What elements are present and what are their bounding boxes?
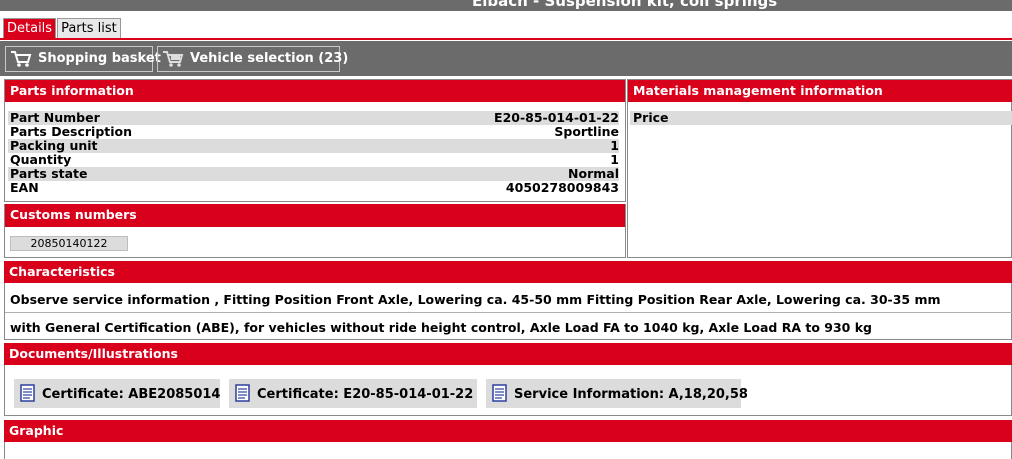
- parts-description-row: Parts Description Sportline: [8, 125, 619, 139]
- document-link-abe-certificate[interactable]: Certificate: ABE2085014: [14, 379, 220, 408]
- parts-description-value: Sportline: [554, 124, 619, 139]
- window-title: Eibach - Suspension kit, coil springs: [472, 0, 778, 10]
- shopping-basket-label: Shopping basket: [38, 51, 161, 66]
- graphic-panel: [4, 442, 1012, 459]
- price-label: Price: [633, 110, 669, 125]
- customs-number-field: 20850140122: [10, 236, 128, 251]
- tab-bar: Details Parts list: [3, 18, 122, 39]
- toolbar: Shopping basket Vehicle selection (23): [0, 41, 1012, 76]
- documents-header: Documents/Illustrations: [4, 343, 1012, 365]
- tab-details[interactable]: Details: [3, 18, 57, 39]
- part-number-value: E20-85-014-01-22: [494, 110, 619, 125]
- packing-unit-row: Packing unit 1: [8, 139, 619, 153]
- quantity-label: Quantity: [10, 152, 72, 167]
- materials-management-panel: [627, 79, 1012, 258]
- ean-row: EAN 4050278009843: [8, 181, 619, 195]
- parts-description-label: Parts Description: [10, 124, 133, 139]
- characteristics-line-1: Observe service information , Fitting Po…: [10, 292, 941, 307]
- graphic-header: Graphic: [4, 420, 1012, 442]
- customs-numbers-header: Customs numbers: [5, 204, 625, 227]
- packing-unit-value: 1: [610, 138, 619, 153]
- window-title-bar: Eibach - Suspension kit, coil springs: [0, 0, 1012, 11]
- parts-state-value: Normal: [568, 166, 619, 181]
- packing-unit-label: Packing unit: [10, 138, 98, 153]
- part-number-row: Part Number E20-85-014-01-22: [8, 111, 619, 125]
- part-number-label: Part Number: [10, 110, 100, 125]
- ean-value: 4050278009843: [505, 180, 619, 195]
- characteristics-divider: [5, 312, 1012, 313]
- price-row: Price: [630, 111, 1012, 125]
- materials-management-header: Materials management information: [628, 80, 1012, 102]
- parts-state-label: Parts state: [10, 166, 88, 181]
- vehicle-selection-label: Vehicle selection (23): [190, 51, 349, 66]
- quantity-row: Quantity 1: [8, 153, 619, 167]
- document-label-abe: Certificate: ABE2085014: [42, 387, 221, 402]
- characteristics-line-2: with General Certification (ABE), for ve…: [10, 320, 872, 335]
- parts-state-row: Parts state Normal: [8, 167, 619, 181]
- shopping-basket-button[interactable]: Shopping basket: [5, 46, 161, 72]
- document-label-e20: Certificate: E20-85-014-01-22: [257, 387, 474, 402]
- tab-underline: [0, 38, 1012, 40]
- document-label-service-info: Service Information: A,18,20,58: [514, 387, 748, 402]
- vehicle-selection-button[interactable]: Vehicle selection (23): [157, 46, 348, 72]
- document-link-service-information[interactable]: Service Information: A,18,20,58: [486, 379, 748, 408]
- quantity-value: 1: [610, 152, 619, 167]
- document-icon: [20, 384, 35, 402]
- characteristics-header: Characteristics: [4, 261, 1012, 283]
- shopping-cart-icon: [11, 51, 32, 67]
- ean-label: EAN: [10, 180, 39, 195]
- document-icon: [492, 384, 507, 402]
- tab-parts-list[interactable]: Parts list: [57, 18, 121, 39]
- document-icon: [235, 384, 250, 402]
- vehicle-cart-icon: [163, 51, 184, 67]
- document-link-e20-certificate[interactable]: Certificate: E20-85-014-01-22: [229, 379, 477, 408]
- parts-information-header: Parts information: [5, 80, 625, 102]
